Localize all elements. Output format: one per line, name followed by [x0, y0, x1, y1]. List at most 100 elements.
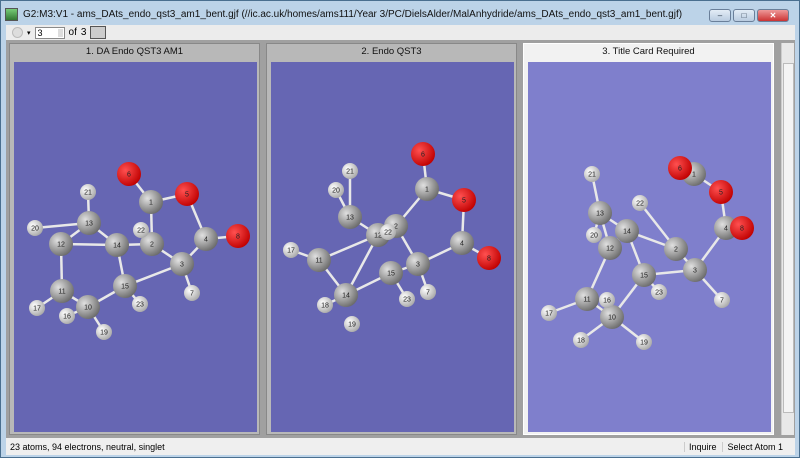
frame-spinner[interactable]: 3 — [34, 26, 65, 39]
dropdown-arrow-icon[interactable]: ▾ — [27, 29, 31, 37]
atom-h[interactable]: 17 — [541, 305, 557, 321]
atom-h[interactable]: 23 — [651, 284, 667, 300]
atom-h[interactable]: 20 — [586, 227, 602, 243]
atom-label: 19 — [348, 322, 356, 329]
atom-h[interactable]: 16 — [59, 308, 75, 324]
vertical-scrollbar[interactable] — [781, 43, 794, 435]
atom-label: 14 — [623, 229, 631, 236]
atom-label: 4 — [204, 237, 208, 244]
atom-o[interactable]: 5 — [452, 188, 476, 212]
atom-h[interactable]: 23 — [399, 291, 415, 307]
atom-label: 21 — [346, 169, 354, 176]
atom-c[interactable]: 13 — [338, 205, 362, 229]
atom-c[interactable]: 10 — [600, 305, 624, 329]
atom-h[interactable]: 7 — [420, 284, 436, 300]
atom-o[interactable]: 5 — [175, 182, 199, 206]
atom-c[interactable]: 14 — [615, 219, 639, 243]
atom-c[interactable]: 15 — [632, 263, 656, 287]
atom-c[interactable]: 15 — [113, 274, 137, 298]
atom-c[interactable]: 2 — [664, 237, 688, 261]
atom-h[interactable]: 20 — [27, 220, 43, 236]
atom-h[interactable]: 7 — [714, 292, 730, 308]
atom-h[interactable]: 23 — [132, 296, 148, 312]
atom-h[interactable]: 21 — [80, 184, 96, 200]
atom-o[interactable]: 8 — [226, 224, 250, 248]
molecule-view[interactable]: 12345678111213141517181920212223 — [271, 62, 514, 432]
atom-label: 13 — [596, 211, 604, 218]
minimize-button[interactable]: – — [709, 9, 731, 22]
atom-h[interactable]: 19 — [96, 324, 112, 340]
atom-h[interactable]: 22 — [380, 224, 396, 240]
atom-label: 15 — [387, 271, 395, 278]
frame-title: 3. Title Card Required — [602, 46, 695, 57]
atom-c[interactable]: 12 — [598, 236, 622, 260]
atom-c[interactable]: 15 — [379, 261, 403, 285]
scroll-thumb[interactable] — [783, 63, 794, 413]
atom-o[interactable]: 6 — [117, 162, 141, 186]
atom-label: 13 — [346, 215, 354, 222]
atom-h[interactable]: 17 — [29, 300, 45, 316]
atom-o[interactable]: 8 — [730, 216, 754, 240]
atom-label: 5 — [462, 198, 466, 205]
atom-h[interactable]: 19 — [636, 334, 652, 350]
atom-label: 5 — [185, 192, 189, 199]
atom-h[interactable]: 21 — [584, 166, 600, 182]
atom-label: 11 — [583, 297, 590, 304]
atom-o[interactable]: 6 — [668, 156, 692, 180]
molecule-view[interactable]: 12345678101112131415161718 1920212223 — [528, 62, 771, 432]
frame-layout-button[interactable] — [90, 26, 107, 39]
atom-c[interactable]: 3 — [406, 252, 430, 276]
close-button[interactable]: ✕ — [757, 9, 789, 22]
frame-title: 2. Endo QST3 — [361, 46, 422, 57]
atom-label: 2 — [150, 242, 154, 249]
atom-h[interactable]: 17 — [283, 242, 299, 258]
atom-c[interactable]: 14 — [105, 233, 129, 257]
atom-o[interactable]: 5 — [709, 180, 733, 204]
molecule-view[interactable]: 1234567810111213141516171920212223 — [14, 62, 257, 432]
atom-h[interactable]: 22 — [133, 222, 149, 238]
atom-h[interactable]: 16 — [599, 292, 615, 308]
atom-label: 19 — [100, 330, 108, 337]
frame-panel-1[interactable]: 1. DA Endo QST3 AM1 1 2 3 4 5 6 7 8 10 11 12 13 14 15… — [9, 43, 260, 435]
atom-c[interactable]: 4 — [194, 227, 218, 251]
atom-h[interactable]: 22 — [632, 195, 648, 211]
atom-label: 6 — [127, 172, 131, 179]
atom-h[interactable]: 19 — [344, 316, 360, 332]
atom-label: 20 — [590, 233, 598, 240]
atom-c[interactable]: 10 — [76, 295, 100, 319]
atom-label: 14 — [113, 243, 121, 250]
frame-panel-2[interactable]: 2. Endo QST3 1 2 3 4 5 6 7 8 11 12 13 14 15 17 18 19 20 2… — [266, 43, 517, 435]
atom-h[interactable]: 18 — [317, 297, 333, 313]
atom-c[interactable]: 3 — [170, 252, 194, 276]
atom-h[interactable]: 21 — [342, 163, 358, 179]
atom-h[interactable]: 20 — [328, 182, 344, 198]
atom-c[interactable]: 1 — [139, 190, 163, 214]
atom-label: 12 — [57, 242, 65, 249]
atom-label: 19 — [640, 340, 648, 347]
atom-c[interactable]: 1 — [415, 177, 439, 201]
atom-c[interactable]: 12 — [49, 232, 73, 256]
atom-c[interactable]: 3 — [683, 258, 707, 282]
atom-label: 7 — [190, 291, 194, 298]
atom-o[interactable]: 6 — [411, 142, 435, 166]
atom-c[interactable]: 13 — [588, 201, 612, 225]
window-title: G2:M3:V1 - ams_DAts_endo_qst3_am1_bent.g… — [23, 8, 683, 20]
atom-c[interactable]: 13 — [77, 211, 101, 235]
atom-h[interactable]: 7 — [184, 285, 200, 301]
atom-label: 17 — [545, 311, 553, 318]
atom-label: 1 — [692, 172, 696, 179]
frame-panel-3[interactable]: 3. Title Card Required 1 2 3 4 5 6 7 8 10 11 12 13 1… — [523, 43, 774, 435]
title-bar: G2:M3:V1 - ams_DAts_endo_qst3_am1_bent.g… — [5, 6, 682, 22]
animate-icon[interactable] — [12, 27, 23, 38]
atom-label: 23 — [655, 290, 663, 297]
atom-label: 12 — [606, 246, 614, 253]
atom-c[interactable]: 11 — [50, 279, 74, 303]
atom-c[interactable]: 4 — [450, 231, 474, 255]
atom-c[interactable]: 11 — [575, 287, 599, 311]
atom-c[interactable]: 14 — [334, 283, 358, 307]
atom-o[interactable]: 8 — [477, 246, 501, 270]
atom-h[interactable]: 18 — [573, 332, 589, 348]
maximize-button[interactable]: □ — [733, 9, 755, 22]
atom-label: 7 — [426, 290, 430, 297]
atom-c[interactable]: 11 — [307, 248, 331, 272]
